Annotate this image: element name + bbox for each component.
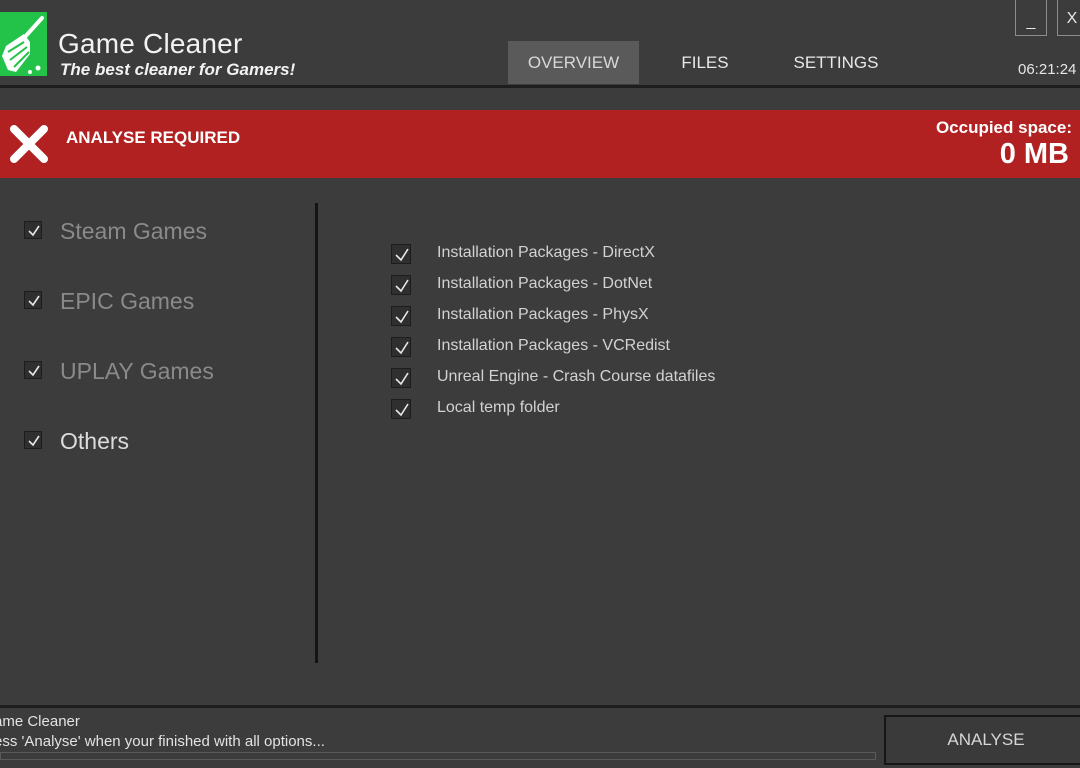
check-icon: [395, 248, 409, 262]
status-text: ANALYSE REQUIRED: [66, 128, 241, 147]
checkbox-directx[interactable]: [391, 244, 411, 264]
clock: 06:21:24: [1018, 61, 1077, 78]
header: Game Cleaner The best cleaner for Gamers…: [0, 0, 1080, 86]
check-icon: [395, 372, 409, 386]
checkbox-physx[interactable]: [391, 306, 411, 326]
tab-overview[interactable]: OVERVIEW: [508, 41, 639, 84]
option-label: Installation Packages - DirectX: [437, 244, 655, 261]
analyse-button[interactable]: ANALYSE: [884, 715, 1080, 765]
footer-divider: [0, 705, 1080, 708]
checkbox-others[interactable]: [24, 431, 42, 449]
check-icon: [28, 295, 40, 307]
app-window: Game Cleaner The best cleaner for Gamers…: [0, 0, 1080, 768]
check-icon: [28, 435, 40, 447]
tab-files[interactable]: FILES: [665, 41, 745, 84]
close-button[interactable]: X: [1057, 0, 1080, 36]
header-divider: [0, 85, 1080, 88]
checkbox-unreal-crash[interactable]: [391, 368, 411, 388]
category-label: UPLAY Games: [60, 358, 214, 384]
x-mark-icon: [9, 124, 49, 164]
app-title: Game Cleaner: [58, 28, 243, 59]
occupied-space-label: Occupied space:: [935, 118, 1072, 137]
minimize-button[interactable]: _: [1015, 0, 1047, 36]
status-banner: ANALYSE REQUIRED Occupied space: 0 MB: [0, 110, 1080, 178]
checkbox-dotnet[interactable]: [391, 275, 411, 295]
option-label: Unreal Engine - Crash Course datafiles: [437, 368, 716, 385]
app-subtitle: The best cleaner for Gamers!: [60, 60, 296, 79]
check-icon: [395, 310, 409, 324]
analyse-button-label: ANALYSE: [947, 730, 1025, 749]
check-icon: [395, 341, 409, 355]
occupied-space-value: 0 MB: [999, 138, 1069, 170]
option-label: Installation Packages - PhysX: [437, 306, 649, 323]
checkbox-uplay-games[interactable]: [24, 361, 42, 379]
option-label: Local temp folder: [437, 399, 560, 416]
category-label: Steam Games: [60, 218, 207, 244]
category-label: Others: [60, 428, 130, 454]
progress-bar: [0, 752, 876, 760]
status-hint: ess 'Analyse' when your finished with al…: [0, 733, 325, 750]
checkbox-epic-games[interactable]: [24, 291, 42, 309]
checkbox-vcredist[interactable]: [391, 337, 411, 357]
broom-icon: [0, 12, 47, 76]
check-icon: [28, 365, 40, 377]
checkbox-steam-games[interactable]: [24, 221, 42, 239]
option-label: Installation Packages - VCRedist: [437, 337, 670, 354]
status-title: ame Cleaner: [0, 713, 80, 730]
tab-settings[interactable]: SETTINGS: [780, 41, 892, 84]
check-icon: [395, 403, 409, 417]
check-icon: [395, 279, 409, 293]
check-icon: [28, 225, 40, 237]
checkbox-local-temp[interactable]: [391, 399, 411, 419]
option-label: Installation Packages - DotNet: [437, 275, 653, 292]
panel-divider: [315, 203, 318, 663]
category-label: EPIC Games: [60, 288, 195, 314]
